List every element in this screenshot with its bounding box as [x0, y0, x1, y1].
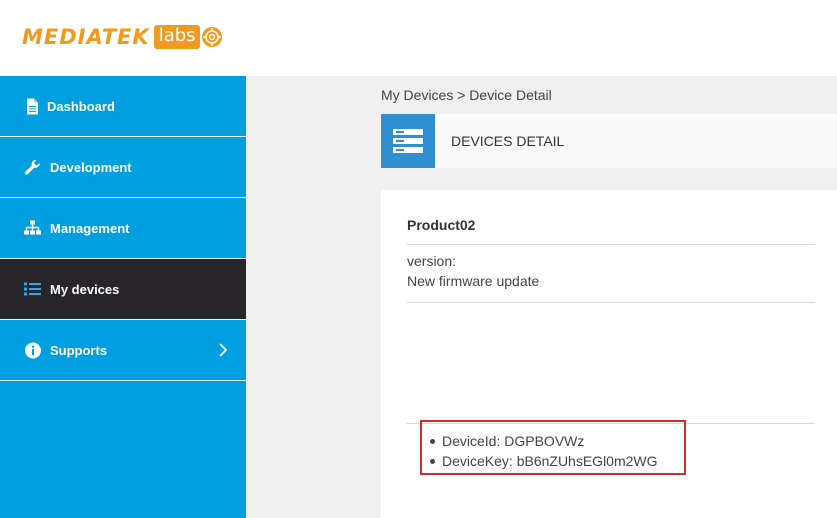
- sidebar-item-label: Dashboard: [47, 98, 115, 114]
- sidebar-item-supports[interactable]: Supports: [0, 320, 246, 381]
- divider: [407, 244, 815, 245]
- sidebar-item-label: Development: [50, 159, 132, 175]
- info-icon: [24, 342, 41, 359]
- sitemap-icon: [24, 220, 41, 237]
- sidebar: Dashboard Development Management My devi…: [0, 76, 246, 518]
- device-credentials-list: DeviceId: DGPBOVWz DeviceKey: bB6nZUhsEG…: [430, 431, 658, 471]
- device-name: Product02: [407, 217, 476, 233]
- divider: [407, 302, 815, 303]
- logo-text: MEDIATEK: [22, 25, 150, 49]
- sidebar-item-dashboard[interactable]: Dashboard: [0, 76, 246, 137]
- chevron-right-icon: [219, 343, 228, 357]
- device-credentials-highlight: DeviceId: DGPBOVWz DeviceKey: bB6nZUhsEG…: [420, 420, 686, 475]
- version-value: New firmware update: [407, 273, 540, 289]
- page-title-bar: DEVICES DETAIL: [381, 114, 837, 168]
- sidebar-item-label: Management: [50, 220, 130, 236]
- sidebar-item-label: My devices: [50, 281, 120, 297]
- device-id: DeviceId: DGPBOVWz: [430, 431, 658, 451]
- document-icon: [24, 98, 41, 115]
- sidebar-item-my-devices[interactable]: My devices: [0, 259, 246, 320]
- device-detail-card: Product02 version: New firmware update D…: [381, 190, 837, 518]
- list-icon: [24, 281, 41, 298]
- sidebar-item-development[interactable]: Development: [0, 137, 246, 198]
- gear-logo-icon: [201, 27, 222, 47]
- version-label: version:: [407, 253, 457, 269]
- breadcrumb[interactable]: My Devices > Device Detail: [381, 87, 552, 103]
- page-title: DEVICES DETAIL: [451, 133, 565, 149]
- sidebar-item-label: Supports: [50, 342, 108, 358]
- device-key: DeviceKey: bB6nZUhsEGl0m2WG: [430, 451, 658, 471]
- wrench-icon: [24, 159, 41, 176]
- mediatek-labs-logo[interactable]: MEDIATEK labs: [22, 24, 223, 50]
- logo-labs-badge: labs: [153, 25, 200, 49]
- header: MEDIATEK labs: [0, 0, 837, 76]
- sidebar-item-management[interactable]: Management: [0, 198, 246, 259]
- server-icon: [381, 114, 435, 168]
